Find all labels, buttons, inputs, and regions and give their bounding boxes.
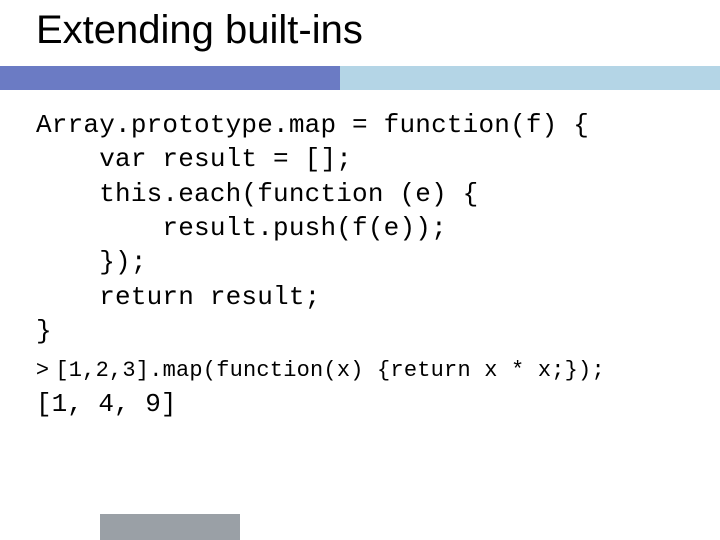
content-area: Array.prototype.map = function(f) { var …: [36, 108, 692, 419]
repl-output: [1, 4, 9]: [36, 389, 692, 419]
header-divider: [0, 66, 720, 90]
code-block: Array.prototype.map = function(f) { var …: [36, 108, 692, 348]
repl-input: [1,2,3].map(function(x) {return x * x;})…: [55, 358, 605, 383]
title-area: Extending built-ins: [36, 8, 700, 64]
header-divider-left: [0, 66, 340, 90]
slide: Extending built-ins Array.prototype.map …: [0, 0, 720, 540]
repl-input-line: > [1,2,3].map(function(x) {return x * x;…: [36, 356, 692, 383]
header-divider-right: [340, 66, 720, 90]
footer-accent-block: [100, 514, 240, 540]
slide-title: Extending built-ins: [36, 8, 700, 52]
repl-prompt: >: [36, 356, 49, 381]
